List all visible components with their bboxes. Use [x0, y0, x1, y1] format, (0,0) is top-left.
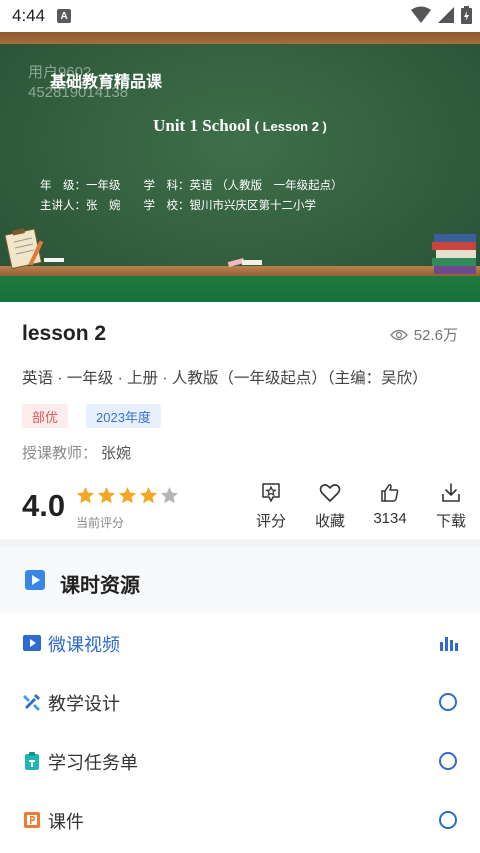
- status-circle-icon: [439, 693, 457, 711]
- design-tools-icon: [23, 694, 40, 711]
- rate-star-icon: [262, 483, 280, 502]
- rating-score: 4.0: [22, 488, 66, 523]
- rate-button[interactable]: 评分: [246, 482, 296, 531]
- course-title: lesson 2: [22, 322, 107, 345]
- star-filled-icon: [139, 486, 158, 504]
- battery-icon: [461, 6, 472, 24]
- resources-header: 课时资源: [0, 547, 480, 613]
- view-count-value: 52.6万: [413, 327, 458, 344]
- resource-label: 课件: [48, 812, 84, 832]
- star-filled-icon: [76, 486, 95, 504]
- eye-icon: [389, 329, 408, 340]
- ppt-file-icon: [24, 812, 40, 828]
- course-subtitle: 英语 · 一年级 · 上册 · 人教版（一年级起点）（主编：吴欣）: [22, 370, 428, 387]
- star-filled-icon: [97, 486, 116, 504]
- books-decoration-icon: [432, 234, 476, 274]
- resource-label: 教学设计: [48, 694, 120, 714]
- resource-label: 微课视频: [48, 635, 120, 655]
- clipboard-icon: [25, 752, 39, 770]
- view-count: 52.6万: [389, 324, 458, 345]
- notification-icon: A: [57, 9, 72, 23]
- video-title-sub: ( Lesson 2 ): [254, 119, 327, 134]
- favorite-button[interactable]: 收藏: [305, 482, 355, 531]
- resource-item-courseware[interactable]: 课件: [0, 791, 480, 849]
- star-filled-icon: [118, 486, 137, 504]
- video-player[interactable]: 用户9602 452819014138 基础教育精品课 Unit 1 Schoo…: [0, 32, 480, 302]
- teacher-name: 张婉: [101, 445, 132, 462]
- playing-bars-icon: [440, 637, 458, 651]
- thumbs-up-icon: [381, 484, 399, 502]
- like-button[interactable]: 3134: [365, 482, 415, 527]
- award-tag: 部优: [22, 404, 69, 428]
- video-lesson-title: Unit 1 School ( Lesson 2 ): [0, 116, 480, 136]
- status-circle-icon: [439, 811, 457, 829]
- status-circle-icon: [439, 752, 457, 770]
- video-brand: 基础教育精品课: [50, 74, 163, 91]
- favorite-label: 收藏: [314, 513, 345, 530]
- section-divider: [0, 539, 480, 547]
- resource-item-task-sheet[interactable]: 学习任务单: [0, 732, 480, 790]
- cell-signal-icon: [438, 7, 454, 23]
- video-file-icon: [25, 570, 45, 590]
- video-info-teacher: 主讲人：张 婉 学 校：银川市兴庆区第十二小学: [40, 198, 316, 212]
- teacher-line: 授课教师： 张婉: [22, 442, 131, 463]
- clipboard-decoration-icon: [4, 228, 64, 270]
- heart-icon: [319, 484, 341, 502]
- status-bar: 4:44 A: [0, 0, 480, 32]
- resources-title: 课时资源: [60, 575, 140, 597]
- rating-stars: [76, 486, 179, 505]
- rating-label: 当前评分: [76, 516, 125, 530]
- chalk-decoration-icon: [227, 257, 262, 267]
- chalkboard-frame: [0, 32, 480, 44]
- video-bottom-strip: [0, 276, 480, 302]
- download-button[interactable]: 下载: [426, 482, 476, 531]
- video-title-main: Unit 1 School: [153, 116, 251, 135]
- download-icon: [442, 483, 460, 502]
- resource-item-teaching-design[interactable]: 教学设计: [0, 673, 480, 731]
- resource-item-micro-video[interactable]: 微课视频: [0, 614, 480, 672]
- wifi-icon: [411, 6, 431, 23]
- resource-label: 学习任务单: [48, 753, 138, 773]
- download-label: 下载: [435, 513, 466, 530]
- like-count: 3134: [373, 510, 407, 527]
- year-tag: 2023年度: [86, 404, 161, 428]
- play-square-icon: [23, 635, 41, 651]
- rate-label: 评分: [255, 513, 286, 530]
- status-time: 4:44: [12, 6, 46, 25]
- star-empty-icon: [160, 486, 179, 504]
- teacher-label: 授课教师：: [22, 445, 98, 462]
- video-info-grade: 年 级：一年级 学 科：英语 （人教版 一年级起点）: [40, 178, 343, 192]
